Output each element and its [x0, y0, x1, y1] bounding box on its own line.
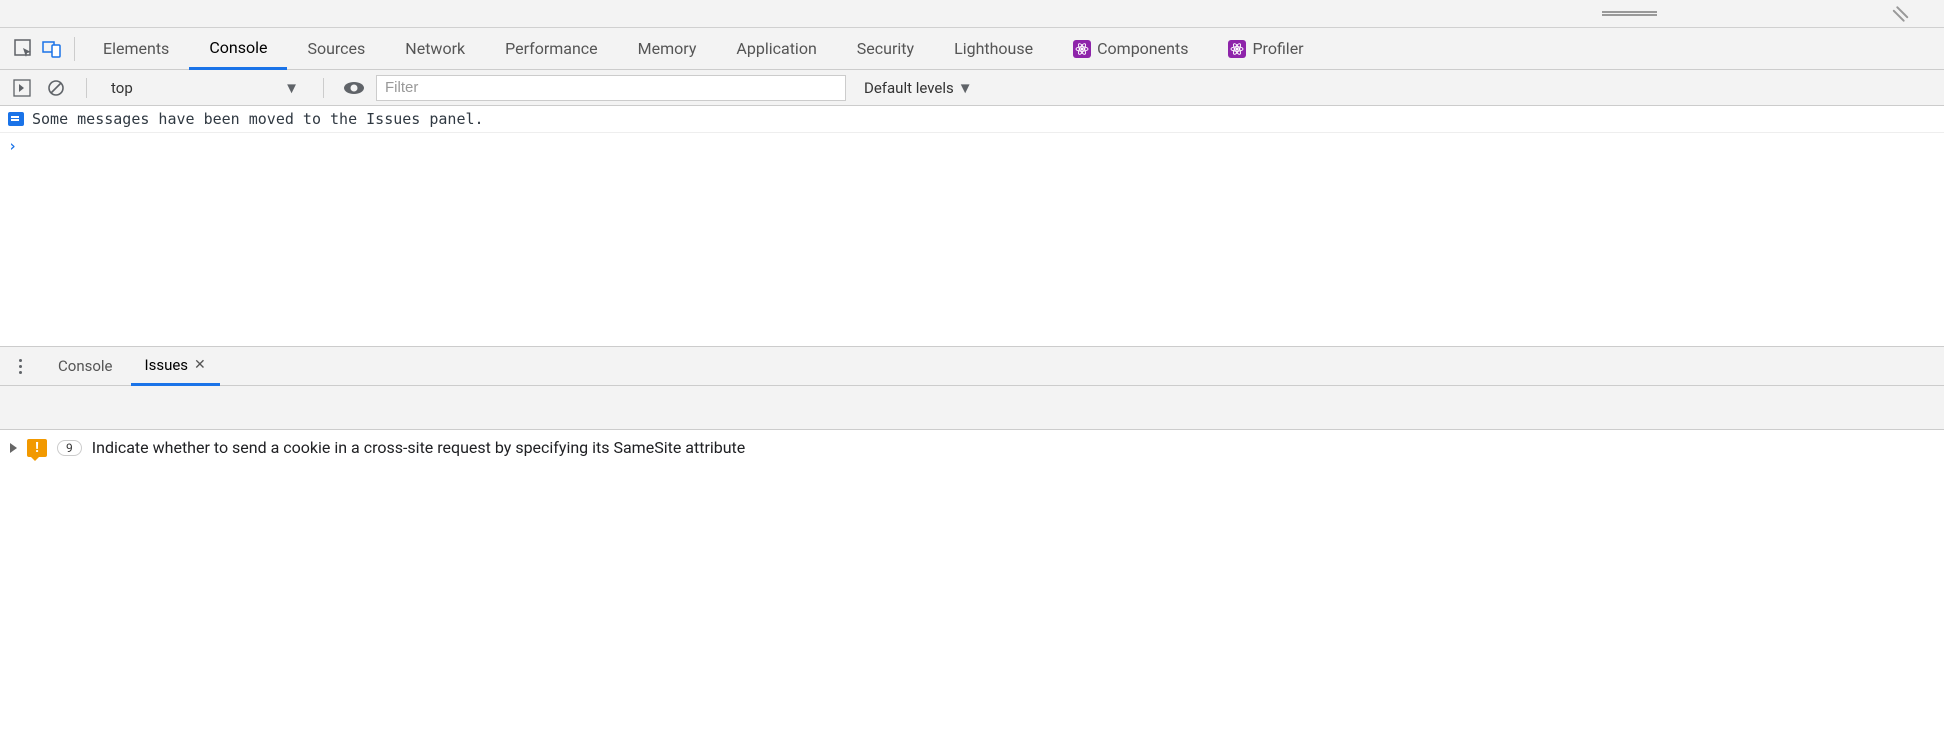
issue-count-badge: 9: [57, 440, 82, 456]
clear-console-icon[interactable]: [44, 76, 68, 100]
console-prompt-row[interactable]: ›: [0, 133, 1944, 159]
context-selector[interactable]: top ▼: [105, 77, 305, 99]
tab-performance[interactable]: Performance: [485, 28, 618, 70]
issues-icon: [8, 112, 24, 126]
tab-label: Elements: [103, 39, 169, 58]
inspect-element-icon[interactable]: [10, 39, 38, 59]
tab-label: Network: [405, 39, 465, 58]
tab-network[interactable]: Network: [385, 28, 485, 70]
window-top-strip: [0, 0, 1944, 28]
tab-label: Security: [857, 39, 914, 58]
drawer-tab-label: Console: [58, 357, 113, 375]
tab-label: Memory: [638, 39, 697, 58]
issue-row[interactable]: ! 9 Indicate whether to send a cookie in…: [10, 438, 1934, 457]
warning-badge-icon: !: [27, 439, 47, 457]
chevron-down-icon: ▼: [958, 79, 973, 97]
tab-application[interactable]: Application: [716, 28, 836, 70]
tab-label: Components: [1097, 39, 1188, 58]
react-icon: [1228, 40, 1246, 58]
divider: [323, 78, 324, 98]
issues-panel: ! 9 Indicate whether to send a cookie in…: [0, 430, 1944, 465]
drawer-tab-bar: Console Issues ✕: [0, 346, 1944, 386]
tab-label: Sources: [307, 39, 365, 58]
context-label: top: [111, 79, 133, 97]
info-message: Some messages have been moved to the Iss…: [32, 110, 484, 128]
tab-security[interactable]: Security: [837, 28, 934, 70]
tab-label: Application: [736, 39, 816, 58]
filter-input[interactable]: [376, 75, 846, 101]
issue-message: Indicate whether to send a cookie in a c…: [92, 438, 746, 457]
toggle-sidebar-icon[interactable]: [10, 76, 34, 100]
drawer-tab-label: Issues: [145, 356, 189, 374]
tab-lighthouse[interactable]: Lighthouse: [934, 28, 1053, 70]
levels-label: Default levels: [864, 79, 954, 97]
divider: [74, 37, 75, 61]
tab-label: Console: [209, 38, 267, 57]
chevron-down-icon: ▼: [284, 79, 299, 97]
tab-label: Profiler: [1252, 39, 1303, 58]
tab-profiler[interactable]: Profiler: [1208, 28, 1323, 70]
more-tabs-icon[interactable]: [10, 359, 30, 374]
console-output: Some messages have been moved to the Iss…: [0, 106, 1944, 346]
divider: [86, 78, 87, 98]
log-levels-selector[interactable]: Default levels ▼: [856, 79, 981, 97]
react-icon: [1073, 40, 1091, 58]
device-toolbar-icon[interactable]: [38, 39, 66, 59]
tab-console[interactable]: Console: [189, 28, 287, 70]
live-expression-icon[interactable]: [342, 76, 366, 100]
issues-info-row[interactable]: Some messages have been moved to the Iss…: [0, 106, 1944, 133]
tab-elements[interactable]: Elements: [83, 28, 189, 70]
drawer-tab-console[interactable]: Console: [44, 346, 127, 386]
drawer-toolbar-spacer: [0, 386, 1944, 430]
drawer-tab-issues[interactable]: Issues ✕: [131, 346, 220, 386]
drag-handle-icon[interactable]: [1602, 11, 1657, 16]
tab-sources[interactable]: Sources: [287, 28, 385, 70]
main-tab-bar: Elements Console Sources Network Perform…: [0, 28, 1944, 70]
close-icon[interactable]: ✕: [194, 357, 206, 373]
prompt-chevron-icon: ›: [8, 137, 17, 155]
resize-handle-icon[interactable]: [1892, 5, 1908, 21]
console-toolbar: top ▼ Default levels ▼: [0, 70, 1944, 106]
tab-components[interactable]: Components: [1053, 28, 1208, 70]
tab-label: Lighthouse: [954, 39, 1033, 58]
tab-memory[interactable]: Memory: [618, 28, 717, 70]
tab-label: Performance: [505, 39, 598, 58]
expand-arrow-icon[interactable]: [10, 443, 17, 453]
